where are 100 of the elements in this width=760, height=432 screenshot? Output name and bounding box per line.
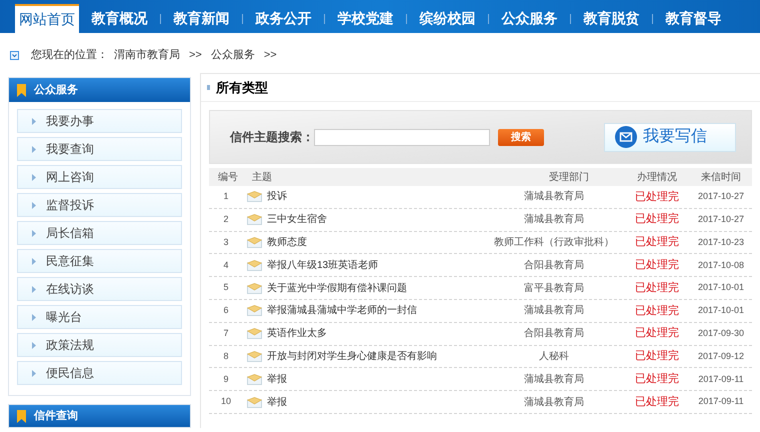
breadcrumb-label: 您现在的位置： <box>31 48 108 63</box>
sidebar-item[interactable]: 在线访谈 <box>17 277 182 301</box>
envelope-icon <box>247 236 262 248</box>
status-text: 已处理完 <box>634 304 680 319</box>
envelope-icon <box>247 282 262 294</box>
letter-subject-link[interactable]: 举报蒲城县蒲城中学老师的一封信 <box>267 303 417 318</box>
table-cell-text: 教师工作科（行政审批科） <box>493 236 615 250</box>
table-cell-text: 合阳县教育局 <box>523 326 585 342</box>
column-header: 受理部门 <box>548 170 590 184</box>
table-cell-text: 合阳县教育局 <box>523 258 585 273</box>
table-cell-text: 蒲城县教育局 <box>523 212 585 228</box>
table-cell-text: 3 <box>222 236 230 249</box>
sidebar-item[interactable]: 便民信息 <box>17 361 182 385</box>
table-cell-text: 蒲城县教育局 <box>523 304 585 318</box>
search-field[interactable] <box>314 128 490 146</box>
table-cell-text: 2017-09-11 <box>697 395 745 408</box>
table-cell-text: 5 <box>222 281 230 294</box>
column-header: 主题 <box>251 170 273 184</box>
table-cell-text: 9 <box>222 372 230 386</box>
bookmark-icon <box>17 84 26 96</box>
letter-subject-link[interactable]: 三中女生宿舍 <box>267 212 327 228</box>
triangle-icon <box>32 258 36 264</box>
letter-subject-link[interactable]: 投诉 <box>267 189 287 204</box>
nav-tab[interactable]: 学校党建 <box>325 4 406 33</box>
table-cell-text: 2017-09-12 <box>696 350 746 363</box>
nav-tab[interactable]: 教育脱贫 <box>571 4 652 33</box>
sidebar-item[interactable]: 网上咨询 <box>17 165 182 189</box>
sidebar-title: 公众服务 <box>34 82 78 98</box>
column-header: 来信时间 <box>700 170 742 184</box>
status-text: 已处理完 <box>634 394 680 410</box>
letter-subject-link[interactable]: 英语作业太多 <box>267 326 327 342</box>
table-cell-text: 蒲城县教育局 <box>523 396 585 410</box>
bookmark-icon <box>17 410 26 422</box>
table-cell-text: 8 <box>222 350 230 363</box>
write-letter-button[interactable]: 我要写信 <box>604 122 736 152</box>
sidebar-item[interactable]: 监督投诉 <box>17 193 182 217</box>
status-text: 已处理完 <box>634 372 680 388</box>
envelope-icon <box>247 191 262 202</box>
search-label: 信件主题搜索： <box>230 129 314 146</box>
status-text: 已处理完 <box>634 258 680 274</box>
triangle-icon <box>32 230 36 236</box>
column-header: 办理情况 <box>636 170 678 184</box>
triangle-icon <box>32 146 36 152</box>
table-cell-text: 2017-09-30 <box>696 326 746 340</box>
table-cell-text: 2 <box>222 212 230 226</box>
sidebar-item[interactable]: 我要查询 <box>17 137 182 161</box>
table-cell-text: 2017-10-23 <box>696 236 746 249</box>
nav-tab[interactable]: 缤纷校园 <box>407 4 488 33</box>
envelope-icon <box>247 374 262 385</box>
nav-tab[interactable]: 教育督导 <box>653 4 734 33</box>
table-cell-text: 2017-10-01 <box>696 304 746 318</box>
triangle-icon <box>32 370 36 376</box>
table-cell-text: 蒲城县教育局 <box>523 372 585 387</box>
letter-subject-link[interactable]: 关于蓝光中学假期有偿补课问题 <box>267 280 407 296</box>
table-cell-text: 2017-10-01 <box>696 281 746 294</box>
sidebar-item[interactable]: 曝光台 <box>17 305 182 329</box>
letter-subject-link[interactable]: 开放与封闭对学生身心健康是否有影响 <box>267 348 437 364</box>
table-cell-text: 人秘科 <box>538 350 570 364</box>
envelope-icon <box>247 328 262 340</box>
nav-tab[interactable]: 公众服务 <box>489 4 570 33</box>
breadcrumb-separator: >> <box>189 48 202 63</box>
table-cell-text: 2017-10-27 <box>696 190 746 204</box>
envelope-icon <box>247 214 262 226</box>
status-text: 已处理完 <box>634 348 680 364</box>
nav-tab[interactable]: 网站首页 <box>15 4 79 33</box>
table-cell-text: 10 <box>220 395 232 408</box>
table-cell-text: 2017-10-27 <box>696 212 746 226</box>
letter-subject-link[interactable]: 教师态度 <box>267 234 307 250</box>
mail-icon <box>615 126 637 148</box>
sidebar-item[interactable]: 政策法规 <box>17 333 182 357</box>
triangle-icon <box>32 118 36 124</box>
table-cell-text: 7 <box>222 326 230 340</box>
letter-subject-link[interactable]: 举报 <box>267 394 287 410</box>
breadcrumb-link[interactable]: 渭南市教育局 <box>114 46 180 64</box>
status-text: 已处理完 <box>634 212 680 228</box>
triangle-icon <box>32 174 36 180</box>
nav-tab[interactable]: 教育新闻 <box>161 4 242 33</box>
sidebar-item[interactable]: 我要办事 <box>17 109 182 133</box>
sidebar-item[interactable]: 局长信箱 <box>17 221 182 245</box>
nav-tab[interactable]: 政务公开 <box>243 4 324 33</box>
column-header: 编号 <box>217 170 239 184</box>
section-title: 所有类型 <box>216 78 268 97</box>
dots-icon <box>207 85 210 90</box>
status-text: 已处理完 <box>634 234 680 250</box>
breadcrumb-separator: >> <box>264 48 277 63</box>
table-cell-text: 1 <box>222 190 230 204</box>
dropdown-icon <box>10 50 19 60</box>
status-text: 已处理完 <box>634 326 680 342</box>
table-cell-text: 富平县教育局 <box>523 282 585 296</box>
triangle-icon <box>32 202 36 208</box>
status-text: 已处理完 <box>634 190 680 205</box>
breadcrumb-link[interactable]: 公众服务 <box>210 46 255 64</box>
envelope-icon <box>247 396 262 408</box>
table-cell-text: 2017-10-08 <box>696 258 746 272</box>
letter-subject-link[interactable]: 举报八年级13班英语老师 <box>267 258 378 273</box>
table-cell-text: 6 <box>222 304 230 318</box>
triangle-icon <box>32 314 36 320</box>
nav-tab[interactable]: 教育概况 <box>79 4 160 33</box>
sidebar-item[interactable]: 民意征集 <box>17 249 182 273</box>
letter-subject-link[interactable]: 举报 <box>267 372 287 387</box>
